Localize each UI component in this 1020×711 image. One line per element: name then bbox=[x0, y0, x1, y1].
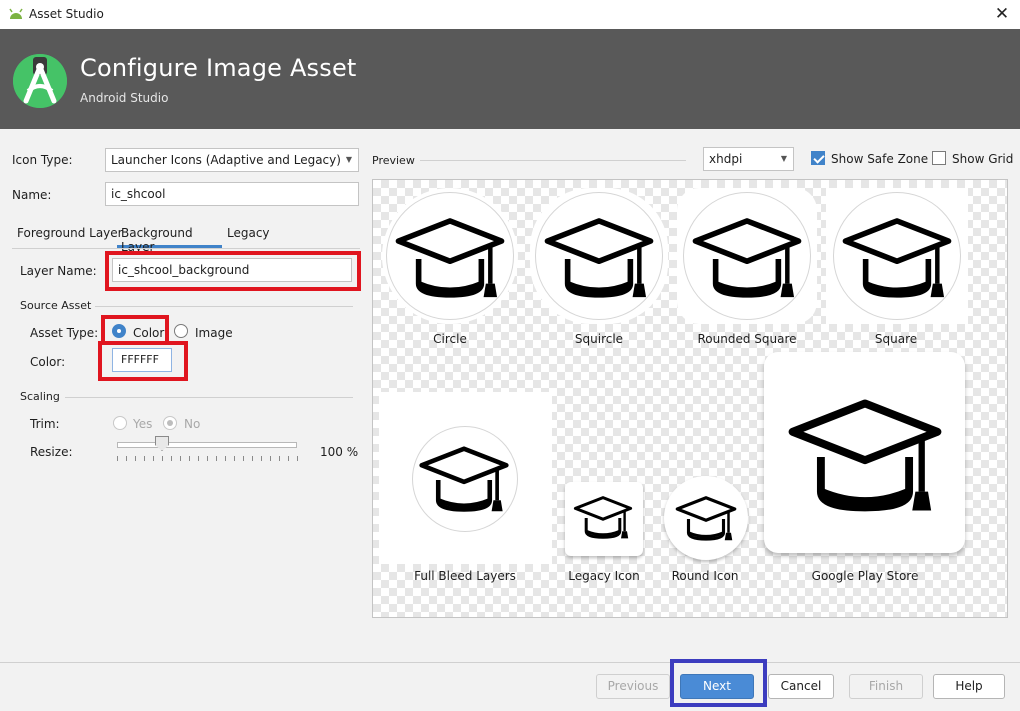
chevron-down-icon: ▼ bbox=[345, 155, 352, 164]
icon-type-value: Launcher Icons (Adaptive and Legacy) bbox=[111, 153, 341, 167]
android-studio-icon bbox=[13, 54, 67, 108]
resize-slider-thumb[interactable] bbox=[155, 436, 169, 451]
name-field[interactable]: ic_shcool bbox=[105, 182, 359, 206]
density-value: xhdpi bbox=[709, 152, 743, 166]
graduation-cap-icon bbox=[786, 394, 944, 520]
header-banner: Configure Image Asset Android Studio bbox=[0, 29, 1020, 129]
page-title: Configure Image Asset bbox=[80, 54, 357, 82]
tab-foreground-layer[interactable]: Foreground Layer bbox=[17, 226, 123, 248]
icon-type-select[interactable]: Launcher Icons (Adaptive and Legacy) ▼ bbox=[105, 148, 359, 172]
resize-slider-track[interactable] bbox=[117, 442, 297, 448]
cancel-button[interactable]: Cancel bbox=[768, 674, 834, 699]
graduation-cap-icon bbox=[418, 443, 510, 517]
source-asset-title: Source Asset bbox=[20, 299, 92, 312]
show-safe-zone-label: Show Safe Zone bbox=[831, 152, 929, 166]
trim-no-label: No bbox=[184, 417, 201, 431]
name-label: Name: bbox=[12, 188, 52, 202]
chevron-down-icon: ▼ bbox=[780, 154, 787, 163]
graduation-cap-icon bbox=[543, 214, 655, 304]
tab-divider bbox=[12, 248, 360, 249]
resize-label: Resize: bbox=[30, 445, 73, 459]
preview-label: Preview bbox=[372, 154, 415, 167]
previous-button[interactable]: Previous bbox=[596, 674, 670, 699]
color-label: Color: bbox=[30, 355, 66, 369]
layer-name-label: Layer Name: bbox=[20, 264, 97, 278]
icon-label-squircle: Squircle bbox=[574, 332, 624, 346]
section-divider bbox=[65, 397, 353, 398]
resize-value: 100 % bbox=[320, 445, 359, 459]
close-icon[interactable]: ✕ bbox=[992, 4, 1012, 24]
section-divider bbox=[95, 306, 353, 307]
page-subtitle: Android Studio bbox=[80, 91, 169, 105]
icon-label-round: Round Icon bbox=[671, 569, 739, 583]
asset-type-image-radio[interactable] bbox=[174, 324, 188, 338]
graduation-cap-icon bbox=[841, 214, 953, 304]
graduation-cap-icon bbox=[691, 214, 803, 304]
resize-slider-ticks bbox=[117, 456, 299, 461]
tab-legacy[interactable]: Legacy bbox=[227, 226, 270, 248]
icon-type-label: Icon Type: bbox=[12, 153, 73, 167]
icon-label-circle: Circle bbox=[433, 332, 467, 346]
icon-label-play-store: Google Play Store bbox=[811, 569, 919, 583]
trim-yes-radio[interactable] bbox=[113, 416, 127, 430]
scaling-title: Scaling bbox=[20, 390, 60, 403]
preview-divider bbox=[420, 160, 686, 161]
asset-type-label: Asset Type: bbox=[30, 326, 99, 340]
trim-no-radio[interactable] bbox=[163, 416, 177, 430]
density-select[interactable]: xhdpi ▼ bbox=[703, 147, 794, 171]
highlight-layer-name bbox=[105, 251, 361, 291]
icon-label-square: Square bbox=[874, 332, 918, 346]
icon-label-full-bleed: Full Bleed Layers bbox=[414, 569, 516, 583]
window-title: Asset Studio bbox=[29, 7, 104, 21]
trim-yes-label: Yes bbox=[133, 417, 153, 431]
tab-background-layer[interactable]: Background Layer bbox=[117, 226, 222, 254]
graduation-cap-icon bbox=[394, 214, 506, 304]
show-grid-checkbox[interactable] bbox=[932, 151, 946, 165]
highlight-next-button bbox=[670, 659, 767, 707]
help-button[interactable]: Help bbox=[933, 674, 1005, 699]
icon-label-rounded-square: Rounded Square bbox=[697, 332, 797, 346]
graduation-cap-icon bbox=[573, 494, 633, 542]
asset-type-image-label: Image bbox=[195, 326, 233, 340]
highlight-color bbox=[98, 341, 188, 381]
android-studio-icon bbox=[9, 8, 23, 19]
show-safe-zone-checkbox[interactable] bbox=[811, 151, 825, 165]
show-grid-label: Show Grid bbox=[952, 152, 1014, 166]
window-titlebar: Asset Studio ✕ bbox=[0, 0, 1020, 29]
finish-button[interactable]: Finish bbox=[849, 674, 923, 699]
graduation-cap-icon bbox=[674, 494, 738, 544]
trim-label: Trim: bbox=[30, 417, 60, 431]
